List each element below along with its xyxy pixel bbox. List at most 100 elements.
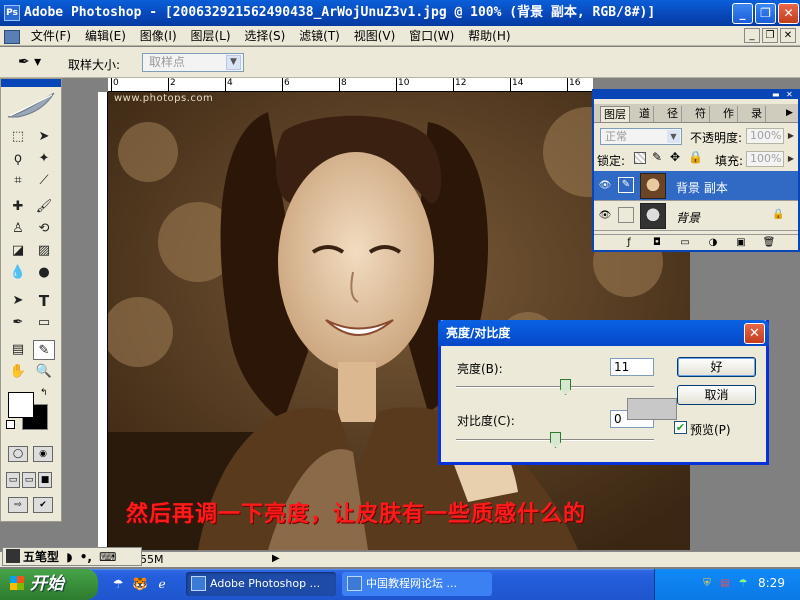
default-colors-icon[interactable] bbox=[6, 420, 15, 429]
path-selection-tool-icon[interactable]: ➤ bbox=[7, 291, 29, 311]
doc-restore-button[interactable]: ❐ bbox=[762, 28, 778, 43]
blend-mode-select[interactable]: 正常 ▼ bbox=[600, 128, 682, 145]
doc-minimize-button[interactable]: _ bbox=[744, 28, 760, 43]
crop-tool-icon[interactable]: ⌗ bbox=[7, 171, 29, 191]
tab-character[interactable]: 符 bbox=[692, 106, 710, 122]
tab-layers[interactable]: 图层 bbox=[600, 106, 630, 122]
eyedropper-preset-icon[interactable]: ✒ ▾ bbox=[18, 52, 58, 72]
task-photoshop[interactable]: Adobe Photoshop ... bbox=[186, 572, 336, 596]
menu-file[interactable]: 文件(F) bbox=[26, 26, 76, 46]
menu-filter[interactable]: 滤镜(T) bbox=[294, 26, 345, 46]
brush-tool-icon[interactable]: 🖌 bbox=[33, 197, 55, 217]
menu-edit[interactable]: 编辑(E) bbox=[80, 26, 131, 46]
notes-tool-icon[interactable]: ▤ bbox=[7, 340, 29, 360]
preview-checkbox[interactable]: ✔ bbox=[674, 421, 687, 434]
dodge-tool-icon[interactable]: ● bbox=[33, 263, 55, 283]
punctuation-icon[interactable]: •, bbox=[80, 550, 92, 564]
rectangle-tool-icon[interactable]: ▭ bbox=[33, 313, 55, 333]
eyedropper-tool-icon[interactable]: ✎ bbox=[33, 340, 55, 360]
layer-row-background-copy[interactable]: 👁 ✎ 背景 副本 bbox=[594, 171, 798, 201]
start-button[interactable]: 开始 bbox=[0, 569, 98, 600]
quick-mask-mode-icon[interactable]: ◉ bbox=[33, 446, 53, 462]
toolbox-title-bar[interactable] bbox=[1, 79, 61, 87]
opacity-arrow-icon[interactable]: ▶ bbox=[785, 128, 797, 144]
lock-pixels-icon[interactable]: ✎ bbox=[652, 150, 662, 164]
cancel-button[interactable]: 取消 bbox=[677, 385, 756, 405]
network-tray-icon[interactable]: ▤ bbox=[718, 577, 732, 591]
menu-window[interactable]: 窗口(W) bbox=[404, 26, 459, 46]
visibility-eye-icon[interactable]: 👁 bbox=[598, 179, 612, 193]
gradient-tool-icon[interactable]: ▨ bbox=[33, 241, 55, 261]
adjustment-layer-icon[interactable]: ◑ bbox=[706, 236, 720, 250]
palette-menu-arrow-icon[interactable]: ▶ bbox=[786, 108, 793, 118]
menu-image[interactable]: 图像(I) bbox=[135, 26, 182, 46]
swap-colors-icon[interactable]: ↰ bbox=[40, 388, 48, 398]
dialog-close-icon[interactable]: ✕ bbox=[744, 323, 765, 344]
layers-palette-title-bar[interactable] bbox=[594, 91, 798, 99]
standard-mode-icon[interactable]: ◯ bbox=[8, 446, 28, 462]
eraser-tool-icon[interactable]: ◪ bbox=[7, 241, 29, 261]
menu-select[interactable]: 选择(S) bbox=[239, 26, 290, 46]
security-shield-icon[interactable]: ⛨ bbox=[700, 577, 714, 591]
photoshop-icon[interactable]: Ps bbox=[4, 5, 20, 21]
minimize-button[interactable]: _ bbox=[732, 3, 753, 24]
soft-keyboard-icon[interactable]: ⌨ bbox=[99, 550, 116, 564]
opacity-field[interactable]: 100% bbox=[746, 128, 784, 144]
half-width-moon-icon[interactable]: ◗ bbox=[66, 550, 72, 564]
palette-minimize-icon[interactable]: ▬ bbox=[772, 91, 782, 99]
lock-transparency-icon[interactable] bbox=[634, 152, 646, 164]
ok-button[interactable]: 好 bbox=[677, 357, 756, 377]
layer-row-background[interactable]: 👁 背景 🔒 bbox=[594, 201, 798, 231]
foreground-color-swatch[interactable] bbox=[8, 392, 34, 418]
screen-mode-standard-icon[interactable]: ▭ bbox=[6, 472, 20, 488]
maximize-button[interactable]: ❐ bbox=[755, 3, 776, 24]
status-arrow-icon[interactable]: ▶ bbox=[272, 553, 280, 564]
layer-link-box[interactable] bbox=[618, 207, 634, 223]
tab-channels[interactable]: 道 bbox=[636, 106, 654, 122]
screen-mode-full-icon[interactable]: ■ bbox=[38, 472, 52, 488]
menu-view[interactable]: 视图(V) bbox=[349, 26, 401, 46]
lock-all-icon[interactable]: 🔒 bbox=[688, 150, 703, 164]
blur-tool-icon[interactable]: 💧 bbox=[7, 263, 29, 283]
new-layer-icon[interactable]: ▣ bbox=[734, 236, 748, 250]
slice-tool-icon[interactable]: ⟋ bbox=[33, 171, 55, 191]
window-title-bar[interactable]: Adobe Photoshop - [200632921562490438_Ar… bbox=[0, 0, 800, 26]
zoom-tool-icon[interactable]: 🔍 bbox=[33, 362, 55, 382]
lock-position-icon[interactable]: ✥ bbox=[670, 150, 680, 164]
clone-stamp-tool-icon[interactable]: ♙ bbox=[7, 219, 29, 239]
close-button[interactable]: ✕ bbox=[778, 3, 799, 24]
feather-logo-icon[interactable] bbox=[4, 89, 58, 121]
ime-toolbar[interactable]: 五笔型 ◗ •, ⌨ bbox=[2, 547, 142, 566]
jump-to-imageready-icon[interactable]: ⇨ bbox=[8, 497, 28, 513]
browser-quicklaunch-icon[interactable]: ℯ bbox=[154, 576, 170, 592]
doc-close-button[interactable]: ✕ bbox=[780, 28, 796, 43]
network-quicklaunch-icon[interactable]: ☂ bbox=[110, 576, 126, 592]
trash-icon[interactable]: 🗑 bbox=[762, 236, 776, 250]
brightness-slider-track[interactable] bbox=[456, 386, 654, 388]
pen-tool-icon[interactable]: ✒ bbox=[7, 313, 29, 333]
move-tool-icon[interactable]: ➤ bbox=[33, 127, 55, 147]
palette-close-icon[interactable]: ✕ bbox=[786, 91, 796, 99]
hand-tool-icon[interactable]: ✋ bbox=[7, 362, 29, 382]
tiger-quicklaunch-icon[interactable]: 🐯 bbox=[132, 576, 148, 592]
magic-wand-tool-icon[interactable]: ✦ bbox=[33, 149, 55, 169]
umbrella-tray-icon[interactable]: ☂ bbox=[736, 577, 750, 591]
add-mask-icon[interactable]: ◘ bbox=[650, 236, 664, 250]
document-icon[interactable] bbox=[4, 29, 20, 44]
marquee-tool-icon[interactable]: ⬚ bbox=[7, 127, 29, 147]
dialog-title-bar[interactable]: 亮度/对比度 bbox=[438, 320, 769, 346]
tab-paths[interactable]: 径 bbox=[664, 106, 682, 122]
menu-layer[interactable]: 图层(L) bbox=[185, 26, 235, 46]
lasso-tool-icon[interactable]: ϙ bbox=[7, 149, 29, 169]
visibility-eye-icon[interactable]: 👁 bbox=[598, 209, 612, 223]
healing-brush-tool-icon[interactable]: ✚ bbox=[7, 197, 29, 217]
imageready-icon[interactable]: ✔ bbox=[33, 497, 53, 513]
layer-style-icon[interactable]: ƒ bbox=[622, 236, 636, 250]
task-forum[interactable]: 中国教程网论坛 ... bbox=[342, 572, 492, 596]
fill-arrow-icon[interactable]: ▶ bbox=[785, 151, 797, 167]
type-tool-icon[interactable]: T bbox=[33, 291, 55, 311]
tab-actions[interactable]: 作 bbox=[720, 106, 738, 122]
fill-field[interactable]: 100% bbox=[746, 151, 784, 167]
sample-size-select[interactable]: 取样点 ▼ bbox=[142, 53, 244, 72]
tab-history[interactable]: 录 bbox=[748, 106, 766, 122]
